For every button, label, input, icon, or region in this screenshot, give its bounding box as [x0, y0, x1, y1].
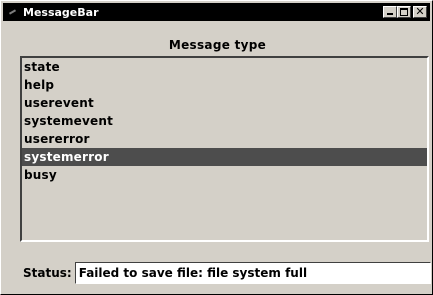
message-type-list[interactable]: state help userevent systemevent usererr… — [20, 56, 429, 242]
maximize-button[interactable] — [397, 6, 411, 18]
app-icon[interactable] — [7, 6, 19, 18]
window-controls: ✕ — [383, 6, 427, 18]
list-item-systemevent[interactable]: systemevent — [22, 112, 427, 130]
list-item-busy[interactable]: busy — [22, 166, 427, 184]
list-item-state[interactable]: state — [22, 58, 427, 76]
title-bar[interactable]: MessageBar ✕ — [3, 3, 430, 21]
status-field: Failed to save file: file system full — [74, 262, 431, 284]
list-item-usererror[interactable]: usererror — [22, 130, 427, 148]
message-type-heading: Message type — [168, 38, 267, 52]
close-icon: ✕ — [415, 5, 425, 18]
minimize-button[interactable] — [383, 6, 397, 18]
close-button[interactable]: ✕ — [413, 6, 427, 18]
list-item-userevent[interactable]: userevent — [22, 94, 427, 112]
list-item-help[interactable]: help — [22, 76, 427, 94]
window-title: MessageBar — [23, 5, 99, 19]
messagebar-window: MessageBar ✕ Message type state help use… — [0, 0, 433, 295]
status-row: Status: Failed to save file: file system… — [23, 262, 431, 284]
status-label: Status: — [23, 266, 72, 280]
list-item-systemerror[interactable]: systemerror — [22, 148, 427, 166]
